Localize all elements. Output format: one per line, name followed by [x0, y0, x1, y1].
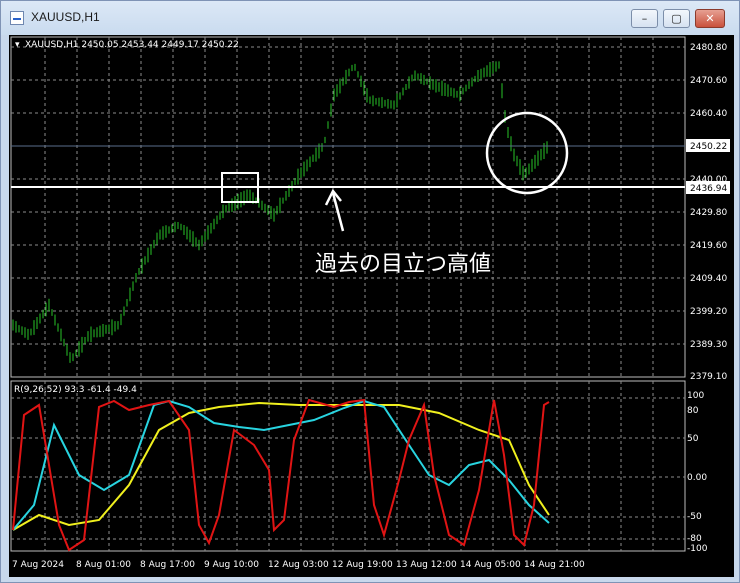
chart-header: XAUUSD,H1 2450.05 2453.44 2449.17 2450.2…: [25, 40, 239, 50]
price-label: 2409.40: [690, 274, 727, 284]
time-label: 9 Aug 10:00: [204, 560, 259, 570]
time-label: 7 Aug 2024: [12, 560, 64, 570]
level-label: 0.00: [687, 473, 707, 483]
level-label: -100: [687, 544, 708, 554]
title-bar[interactable]: XAUUSD,H1 – ▢ ✕: [1, 1, 739, 35]
highlight-circle[interactable]: [485, 111, 569, 195]
terminal-window: XAUUSD,H1 – ▢ ✕ 過去の目立つ高値 ▾ XAUUSD,H1 245…: [0, 0, 740, 583]
annotation-text: 過去の目立つ高値: [315, 252, 491, 277]
time-label: 13 Aug 12:00: [396, 560, 457, 570]
level-label: 50: [687, 434, 699, 444]
window-title: XAUUSD,H1: [31, 10, 100, 24]
time-label: 14 Aug 05:00: [460, 560, 521, 570]
maximize-button[interactable]: ▢: [663, 9, 690, 28]
time-label: 12 Aug 19:00: [332, 560, 393, 570]
price-label: 2389.30: [690, 340, 727, 350]
chart-area[interactable]: 過去の目立つ高値 ▾ XAUUSD,H1 2450.05 2453.44 244…: [9, 35, 734, 577]
price-label: 2460.40: [690, 109, 727, 119]
level-label: 80: [687, 406, 699, 416]
price-label: 2379.10: [690, 372, 727, 382]
indicator-header: R(9,26,52) 93.3 -61.4 -49.4: [14, 385, 137, 395]
minimize-button[interactable]: –: [631, 9, 658, 28]
time-label: 8 Aug 01:00: [76, 560, 131, 570]
time-label: 8 Aug 17:00: [140, 560, 195, 570]
chart-window-icon: [10, 11, 24, 25]
indicator-fast-line: [12, 398, 550, 552]
chart-header-arrow-icon[interactable]: ▾: [15, 40, 20, 50]
level-label: -50: [687, 512, 702, 522]
current-price-label: 2450.22: [690, 142, 727, 152]
price-label: 2419.60: [690, 241, 727, 251]
price-candles: [12, 61, 548, 363]
level-label: 100: [687, 391, 704, 401]
price-label: 2429.80: [690, 208, 727, 218]
hline-price-label: 2436.94: [690, 184, 727, 194]
level-label: -80: [687, 534, 702, 544]
time-label: 14 Aug 21:00: [524, 560, 585, 570]
close-button[interactable]: ✕: [695, 9, 725, 28]
time-label: 12 Aug 03:00: [268, 560, 329, 570]
grid-lines: [11, 37, 685, 551]
price-label: 2399.20: [690, 307, 727, 317]
price-label: 2480.80: [690, 43, 727, 53]
price-label: 2470.60: [690, 76, 727, 86]
chart-canvas[interactable]: 過去の目立つ高値 ▾ XAUUSD,H1 2450.05 2453.44 244…: [9, 35, 734, 577]
